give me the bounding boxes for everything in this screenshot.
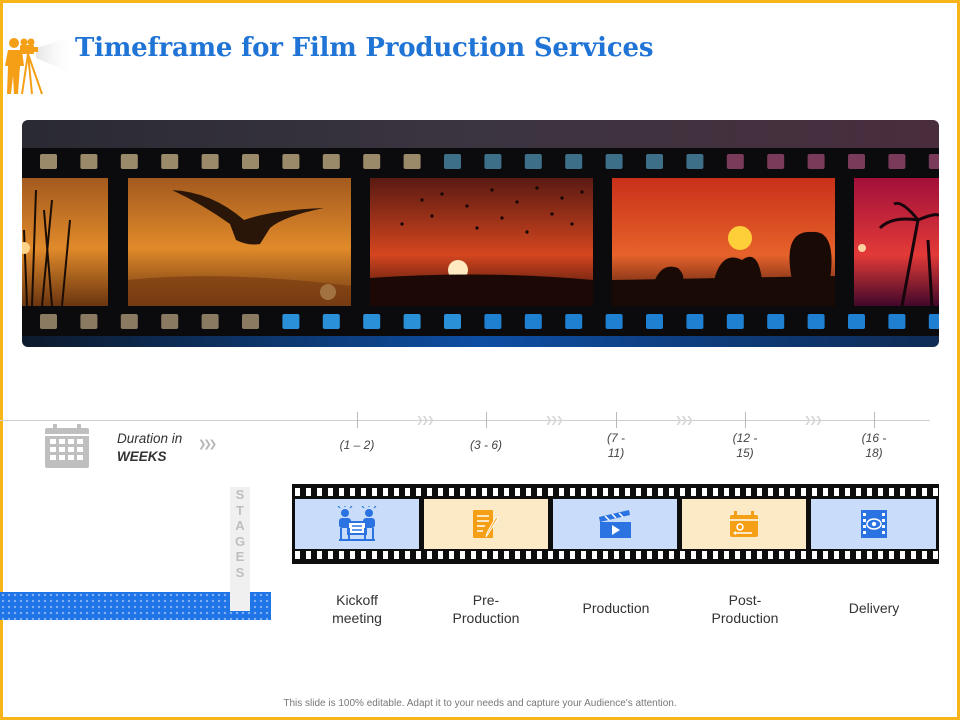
sprocket-hole (565, 154, 583, 169)
stage-label-post-production: Post- Production (711, 592, 779, 626)
camera-operator-icon (5, 36, 74, 95)
sprocket-hole (161, 154, 179, 169)
sprocket-hole (605, 314, 623, 329)
sprocket-hole (767, 314, 785, 329)
stages-letter: S (235, 487, 245, 502)
week-range-1: (1 – 2) (339, 438, 375, 452)
sprocket-hole (646, 154, 663, 169)
sprocket-hole (403, 314, 421, 329)
chevron-right-icon: ❯❯❯ (804, 416, 823, 426)
stage-label-delivery: Delivery (848, 600, 900, 616)
sprocket-hole (524, 154, 542, 169)
sprocket-hole (80, 154, 98, 169)
sprocket-hole (848, 154, 865, 169)
calendar-icon (45, 424, 89, 468)
film-sprocket-holes (292, 551, 939, 559)
stage-cell-production (553, 499, 677, 549)
stage-label-kickoff: Kickoff meeting (332, 592, 382, 626)
timeline-tick (357, 412, 358, 428)
sprocket-hole (646, 314, 663, 329)
sprocket-hole (282, 314, 300, 329)
stages-letter: T (236, 502, 244, 518)
stage-label-pre-production: Pre- Production (452, 592, 520, 626)
sprocket-hole (120, 314, 138, 329)
sprocket-hole (242, 154, 259, 169)
duration-label: Duration in WEEKS (117, 431, 183, 464)
week-range-5: (16 -18) (861, 431, 887, 460)
script-icon (473, 510, 499, 538)
film-reel-icon (860, 510, 887, 538)
stages-letter: G (234, 533, 246, 549)
week-range-3: (7 -11) (607, 431, 625, 460)
footer-note: This slide is 100% editable. Adapt it to… (283, 698, 677, 709)
sprocket-hole (686, 314, 704, 329)
sprocket-hole (242, 314, 259, 329)
sprocket-hole (363, 154, 381, 169)
sprocket-hole (40, 314, 57, 329)
stage-cell-delivery (811, 499, 936, 549)
stages-vertical-label: S T A G E S (230, 487, 250, 611)
sprocket-hole (161, 314, 179, 329)
stages-film-strip (292, 484, 939, 564)
sprocket-hole (807, 154, 825, 169)
sprocket-hole (120, 154, 138, 169)
sprocket-hole (201, 314, 219, 329)
stages-letter: A (235, 518, 245, 533)
clapperboard-icon (599, 510, 631, 538)
film-sprocket-holes (292, 488, 939, 496)
sprocket-hole (80, 314, 98, 329)
stage-cell-post-production (682, 499, 806, 549)
sprocket-hole (888, 314, 906, 329)
sprocket-hole (322, 154, 340, 169)
sprocket-hole (848, 314, 865, 329)
sprocket-hole (403, 154, 421, 169)
sprocket-hole (807, 314, 825, 329)
sprocket-hole (201, 154, 219, 169)
timeline-axis (0, 420, 930, 421)
sprocket-hole (767, 154, 785, 169)
page-title: Timeframe for Film Production Services (75, 33, 654, 63)
sprocket-hole (605, 154, 623, 169)
sprocket-hole (686, 154, 704, 169)
sprocket-hole (282, 154, 300, 169)
sprocket-hole (726, 314, 744, 329)
sprocket-hole (484, 154, 502, 169)
sprocket-hole (363, 314, 381, 329)
sprocket-hole (524, 314, 542, 329)
timeline-tick (486, 412, 487, 428)
sprocket-hole (444, 154, 461, 169)
sprocket-hole (322, 314, 340, 329)
stage-label-production: Production (582, 600, 650, 616)
editing-icon (730, 511, 758, 537)
stage-cell-pre-production (424, 499, 548, 549)
meeting-icon (337, 506, 377, 541)
chevron-right-icon: ❯❯❯ (675, 416, 694, 426)
timeline-tick (616, 412, 617, 428)
sprocket-hole (928, 154, 939, 169)
sprocket-hole (444, 314, 461, 329)
chevron-right-icon: ❯❯❯ (416, 416, 435, 426)
timeline-tick (874, 412, 875, 428)
sprocket-hole (484, 314, 502, 329)
chevron-right-icon: ❯❯❯ (198, 439, 217, 450)
week-range-4: (12 -15) (732, 431, 758, 460)
sprocket-hole (40, 154, 57, 169)
timeline-tick (745, 412, 746, 428)
sprocket-hole (726, 154, 744, 169)
sprocket-hole (888, 154, 906, 169)
chevron-right-icon: ❯❯❯ (545, 416, 564, 426)
week-range-2: (3 - 6) (469, 438, 502, 452)
stage-cell-kickoff (295, 499, 419, 549)
sprocket-hole (928, 314, 939, 329)
stages-letter: S (235, 564, 245, 580)
stages-letter: E (235, 549, 245, 564)
sprocket-hole (565, 314, 583, 329)
film-strip-banner-image (22, 120, 939, 347)
